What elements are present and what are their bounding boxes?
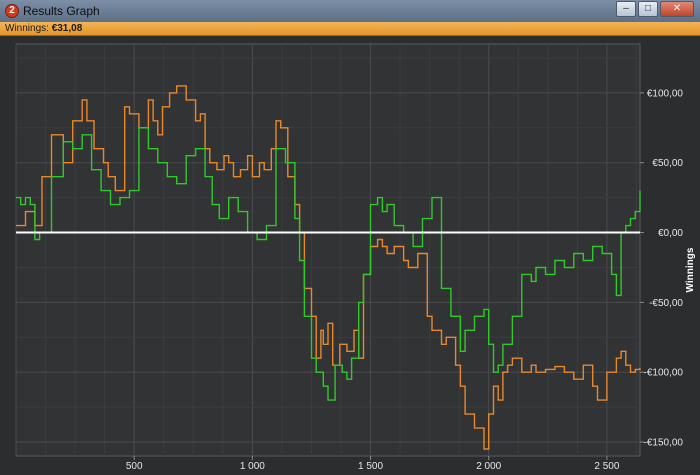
y-tick-label: -€50,00	[649, 298, 683, 309]
y-tick-label: -€100,00	[644, 368, 684, 379]
window-controls: – □ ✕	[616, 1, 694, 17]
window-titlebar: 2 Results Graph – □ ✕	[0, 0, 700, 23]
app-logo-icon: 2	[5, 4, 19, 18]
winnings-label-text: Winnings:	[5, 23, 49, 34]
y-axis-title: Winnings	[685, 247, 696, 292]
close-icon[interactable]: ✕	[660, 1, 694, 17]
minimize-icon[interactable]: –	[616, 1, 636, 17]
y-tick-label: €50,00	[652, 158, 683, 169]
x-tick-label: 1 000	[240, 461, 265, 472]
winnings-value: €31,08	[51, 23, 83, 34]
y-tick-label: -€150,00	[644, 438, 684, 449]
winnings-bar: Winnings: €31,08	[0, 22, 700, 36]
x-tick-label: 2 500	[594, 461, 619, 472]
x-tick-label: 500	[126, 461, 143, 472]
x-tick-label: 1 500	[358, 461, 383, 472]
maximize-icon[interactable]: □	[638, 1, 658, 17]
window-title: Results Graph	[23, 4, 100, 18]
x-tick-label: 2 000	[476, 461, 501, 472]
y-tick-label: €100,00	[647, 88, 684, 99]
winnings-label: Winnings: €31,08	[5, 22, 82, 35]
y-tick-label: €0,00	[658, 228, 683, 239]
results-chart: 500 1 000 1 500 2 000 2 500 €100,00 €50,00 €0,…	[0, 36, 700, 475]
